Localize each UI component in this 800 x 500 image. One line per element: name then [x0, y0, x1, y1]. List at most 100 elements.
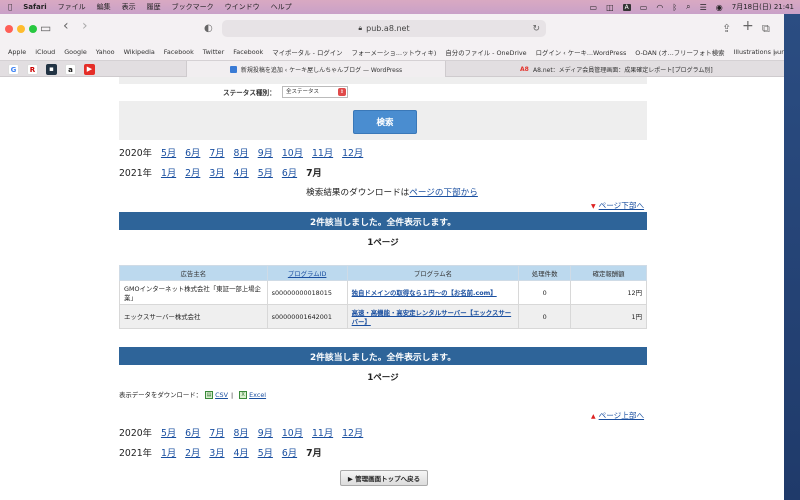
back-arrow-icon[interactable]: ‹ — [63, 18, 69, 34]
program-name-link[interactable]: 高速・高機能・高安定レンタルサーバー【エックスサーバー】 — [352, 309, 512, 326]
bookmark-item[interactable]: Facebook — [164, 48, 194, 56]
a8-favicon-icon: A8 — [520, 65, 529, 73]
bookmark-item[interactable]: Apple — [8, 48, 26, 56]
program-name-link[interactable]: 独自ドメインの取得なら１円〜の【お名前.com】 — [352, 289, 497, 297]
month-link[interactable]: 2月 — [185, 168, 200, 179]
month-link[interactable]: 9月 — [258, 428, 273, 439]
new-tab-icon[interactable]: + — [742, 18, 754, 34]
tab-title: 新規投稿を追加 ‹ ケーキ屋しんちゃんブログ — WordPress — [240, 66, 403, 74]
bookmark-item[interactable]: 自分のファイル - OneDrive — [445, 48, 526, 57]
tab-a8net[interactable]: A8 A8.net：メディア会員管理画面：成果確定レポート[プログラム別] — [520, 61, 760, 77]
month-link[interactable]: 9月 — [258, 148, 273, 159]
status-type-select[interactable]: 全ステータス ⇕ — [282, 86, 348, 98]
search-icon[interactable]: ⌕ — [686, 2, 690, 12]
header-program-id[interactable]: プログラムID — [266, 265, 348, 281]
sort-program-id-link[interactable]: プログラムID — [288, 270, 327, 278]
forward-arrow-icon[interactable]: › — [82, 18, 88, 34]
excel-download-link[interactable]: Excel — [249, 391, 266, 399]
month-link[interactable]: 10月 — [282, 148, 303, 159]
amazon-favicon-icon[interactable]: a — [65, 64, 76, 75]
bookmark-item[interactable]: ログイン ‹ ケーキ...WordPress — [536, 48, 627, 57]
menu-edit[interactable]: 編集 — [97, 2, 111, 12]
more-bookmarks-icon[interactable]: » — [773, 48, 778, 57]
bookmark-item[interactable]: マイポータル - ログイン — [272, 48, 342, 57]
menu-view[interactable]: 表示 — [122, 2, 136, 12]
year-row-2020-bottom: 2020年 5月 6月 7月 8月 9月 10月 11月 12月 — [119, 425, 363, 439]
bookmark-item[interactable]: O-DAN (オ...フリーフォト検索 — [635, 48, 724, 57]
google-favicon-icon[interactable]: G — [8, 64, 19, 75]
month-link[interactable]: 5月 — [258, 448, 273, 459]
month-link[interactable]: 12月 — [342, 428, 363, 439]
address-bar[interactable]: 🔒︎ pub.a8.net ↻ — [222, 20, 546, 37]
year-label: 2020年 — [119, 428, 152, 439]
bookmark-item[interactable]: Wikipedia — [124, 48, 155, 56]
menu-bookmarks[interactable]: ブックマーク — [172, 2, 214, 12]
month-link[interactable]: 6月 — [185, 148, 200, 159]
share-icon[interactable]: ⇪ — [722, 22, 731, 35]
month-link[interactable]: 3月 — [209, 168, 224, 179]
month-link[interactable]: 6月 — [282, 168, 297, 179]
sidebar-toggle-icon[interactable]: ▭ — [40, 21, 51, 35]
close-window-button[interactable] — [5, 25, 13, 33]
menu-history[interactable]: 履歴 — [147, 2, 161, 12]
siri-icon[interactable]: ◉ — [716, 3, 723, 12]
bookmark-item[interactable]: Google — [64, 48, 87, 56]
bluetooth-icon[interactable]: ᛒ — [672, 3, 677, 12]
bookmark-item[interactable]: Yahoo — [96, 48, 115, 56]
month-link[interactable]: 8月 — [234, 148, 249, 159]
privacy-shield-icon[interactable]: ◐ — [204, 23, 213, 34]
zoom-window-button[interactable] — [29, 25, 37, 33]
input-source-indicator[interactable]: A — [622, 3, 631, 11]
csv-download-link[interactable]: CSV — [215, 391, 228, 399]
month-link[interactable]: 11月 — [312, 428, 333, 439]
month-link[interactable]: 5月 — [161, 148, 176, 159]
bookmark-item[interactable]: Twitter — [203, 48, 224, 56]
menu-help[interactable]: ヘルプ — [271, 2, 292, 12]
wifi-icon[interactable]: ◠ — [656, 3, 663, 12]
control-center-icon[interactable]: ☰ — [700, 3, 707, 12]
menu-extra-icon[interactable]: ▭ — [590, 3, 598, 12]
month-link[interactable]: 2月 — [185, 448, 200, 459]
month-link[interactable]: 10月 — [282, 428, 303, 439]
month-link[interactable]: 5月 — [161, 428, 176, 439]
menu-extra-icon-2[interactable]: ◫ — [606, 3, 614, 12]
month-link[interactable]: 3月 — [209, 448, 224, 459]
tab-overview-icon[interactable]: ⧉ — [762, 22, 770, 36]
menu-window[interactable]: ウインドウ — [225, 2, 260, 12]
battery-icon[interactable]: ▭ — [640, 3, 648, 12]
page-number-bottom: 1ページ — [367, 373, 399, 383]
bookmark-item[interactable]: フォーメーショ...ットウィキ) — [352, 48, 437, 57]
month-link[interactable]: 4月 — [234, 168, 249, 179]
page-bottom-download-link[interactable]: ページの下部から — [409, 188, 478, 198]
year-row-2021-top: 2021年 1月 2月 3月 4月 5月 6月 7月 — [119, 165, 322, 179]
month-link[interactable]: 6月 — [185, 428, 200, 439]
bookmark-item[interactable]: iCloud — [35, 48, 55, 56]
month-link[interactable]: 7月 — [209, 428, 224, 439]
youtube-favicon-icon[interactable]: ▶ — [84, 64, 95, 75]
month-link[interactable]: 1月 — [161, 448, 176, 459]
month-link[interactable]: 4月 — [234, 448, 249, 459]
menu-file[interactable]: ファイル — [58, 2, 86, 12]
minimize-window-button[interactable] — [17, 25, 25, 33]
clock[interactable]: 7月18日(日) 21:41 — [732, 2, 794, 12]
month-link[interactable]: 12月 — [342, 148, 363, 159]
page-top-link[interactable]: ▲ ページ上部へ — [591, 410, 644, 421]
menu-app-name[interactable]: Safari — [23, 3, 46, 11]
month-link[interactable]: 8月 — [234, 428, 249, 439]
rakuten-favicon-icon[interactable]: R — [27, 64, 38, 75]
download-note: 検索結果のダウンロードはページの下部から — [0, 186, 784, 198]
month-link[interactable]: 7月 — [209, 148, 224, 159]
bookmark-item[interactable]: Facebook — [233, 48, 263, 56]
month-link[interactable]: 5月 — [258, 168, 273, 179]
back-to-dashboard-button[interactable]: ▶ 管理画面トップへ戻る — [340, 470, 428, 486]
apple-menu-icon[interactable]:  — [8, 3, 12, 11]
site-favicon-icon[interactable]: ▪ — [46, 64, 57, 75]
reload-icon[interactable]: ↻ — [532, 24, 540, 34]
search-button[interactable]: 検索 — [353, 110, 417, 134]
month-link[interactable]: 1月 — [161, 168, 176, 179]
page-bottom-link[interactable]: ▼ ページ下部へ — [591, 200, 644, 211]
tab-wordpress[interactable]: 新規投稿を追加 ‹ ケーキ屋しんちゃんブログ — WordPress — [186, 61, 446, 77]
month-link[interactable]: 6月 — [282, 448, 297, 459]
month-link[interactable]: 11月 — [312, 148, 333, 159]
down-triangle-icon: ▼ — [591, 203, 596, 210]
